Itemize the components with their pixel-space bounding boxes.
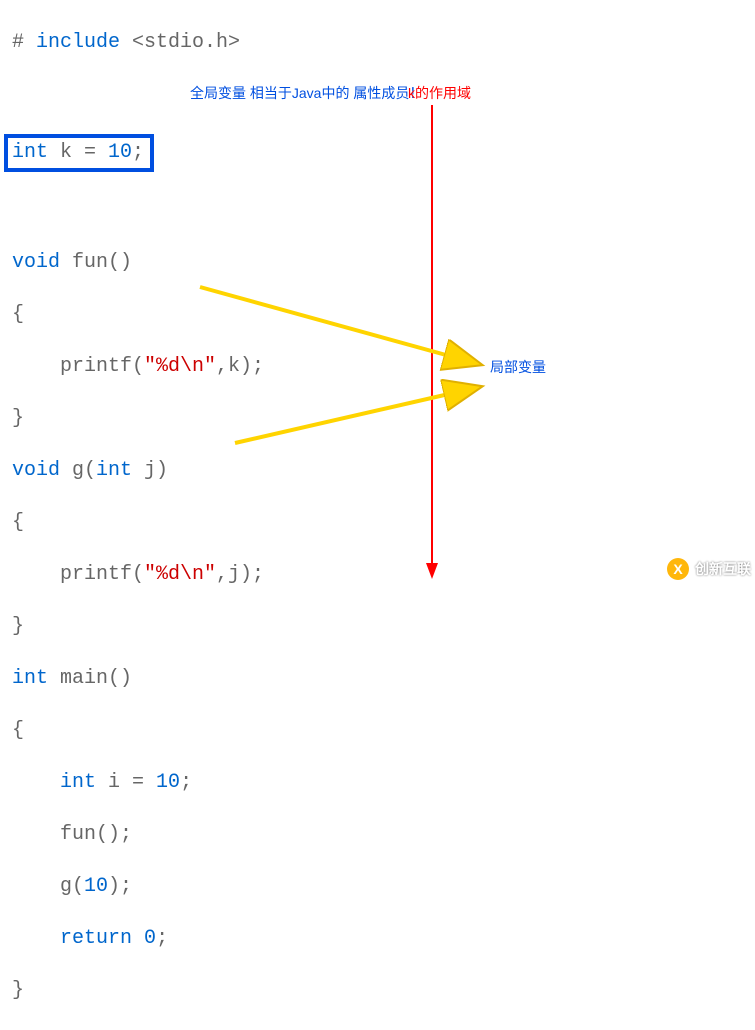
code-token: { [12,511,24,534]
code-token: { [12,719,24,742]
code-token: void [12,459,60,482]
code-token: ; [132,141,144,164]
code-token: i = [96,771,156,794]
code-token: j) [132,459,168,482]
code-token: <stdio.h> [120,31,240,54]
code-token: g( [12,875,84,898]
code-token: fun() [60,251,132,274]
code-block: # include <stdio.h> int k = 10; void fun… [0,0,755,1030]
code-token: include [36,31,120,54]
code-token: 0 [144,927,156,950]
code-token: 10 [156,771,180,794]
code-token: g( [60,459,96,482]
code-token: } [12,979,24,1002]
code-token: ,k); [216,355,264,378]
code-token: void [12,251,60,274]
code-token: { [12,303,24,326]
annotation-global-var: 全局变量 相当于Java中的 属性成员！ [190,84,423,102]
annotation-local-var: 局部变量 [490,358,546,376]
watermark-text: 创新互联 [695,559,751,579]
annotation-k-scope: k的作用域 [408,84,471,102]
code-token: return [60,927,132,950]
watermark: X 创新互联 [667,558,751,580]
code-token [12,771,60,794]
code-token: printf( [12,355,144,378]
global-var-box: int k = 10; [4,134,154,172]
code-token: int [60,771,96,794]
code-token: "%d\n" [144,355,216,378]
code-token: fun(); [12,823,132,846]
code-token [12,927,60,950]
code-token: ; [180,771,192,794]
code-token: printf( [12,563,144,586]
code-token: "%d\n" [144,563,216,586]
code-token: ); [108,875,132,898]
code-token [132,927,144,950]
code-token: 10 [84,875,108,898]
code-token: int [12,141,48,164]
code-token: # [12,31,36,54]
code-token: main() [48,667,132,690]
code-token: k = [48,141,108,164]
code-token: 10 [108,141,132,164]
code-token: } [12,615,24,638]
code-token: ; [156,927,168,950]
code-token: int [12,667,48,690]
code-token: int [96,459,132,482]
code-token: ,j); [216,563,264,586]
watermark-logo-icon: X [667,558,689,580]
code-token: } [12,407,24,430]
